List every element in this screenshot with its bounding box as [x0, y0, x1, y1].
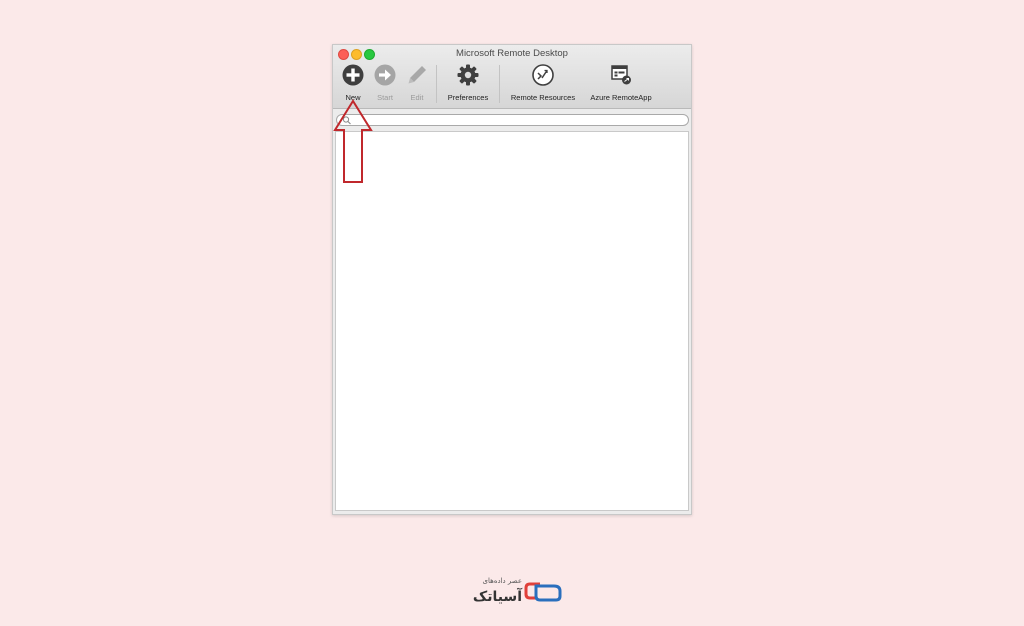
preferences-button[interactable]: Preferences: [445, 64, 491, 102]
toolbar-separator: [436, 65, 437, 103]
logo-tagline: عصر داده‌های: [483, 577, 522, 585]
search-field[interactable]: [336, 114, 689, 126]
new-button[interactable]: New: [339, 64, 367, 102]
arrow-right-circle-icon: [374, 64, 396, 86]
start-button[interactable]: Start: [371, 64, 399, 102]
logo-name: آسیاتک: [473, 587, 523, 605]
remote-resources-button[interactable]: Remote Resources: [509, 64, 577, 102]
start-label: Start: [377, 93, 393, 102]
gear-icon: [457, 64, 479, 86]
azure-remoteapp-button[interactable]: Azure RemoteApp: [587, 64, 655, 102]
pencil-icon: [408, 66, 426, 84]
asiatech-logo: عصر داده‌های آسیاتک: [473, 577, 562, 605]
edit-button[interactable]: Edit: [403, 64, 431, 102]
preferences-label: Preferences: [447, 93, 489, 102]
desktop-list[interactable]: [335, 131, 689, 511]
toolbar-separator: [499, 65, 500, 103]
edit-label: Edit: [410, 93, 424, 102]
plus-circle-icon: [342, 64, 364, 86]
azure-remoteapp-label: Azure RemoteApp: [590, 93, 652, 102]
remote-resources-icon: [532, 64, 554, 86]
titlebar-toolbar: Microsoft Remote Desktop New Start Edit …: [333, 45, 691, 109]
azure-remoteapp-icon: [611, 65, 631, 85]
remote-resources-label: Remote Resources: [510, 93, 576, 102]
app-window: Microsoft Remote Desktop New Start Edit …: [332, 44, 692, 515]
window-title: Microsoft Remote Desktop: [456, 48, 568, 59]
annotation-arrow-icon: [333, 99, 373, 183]
